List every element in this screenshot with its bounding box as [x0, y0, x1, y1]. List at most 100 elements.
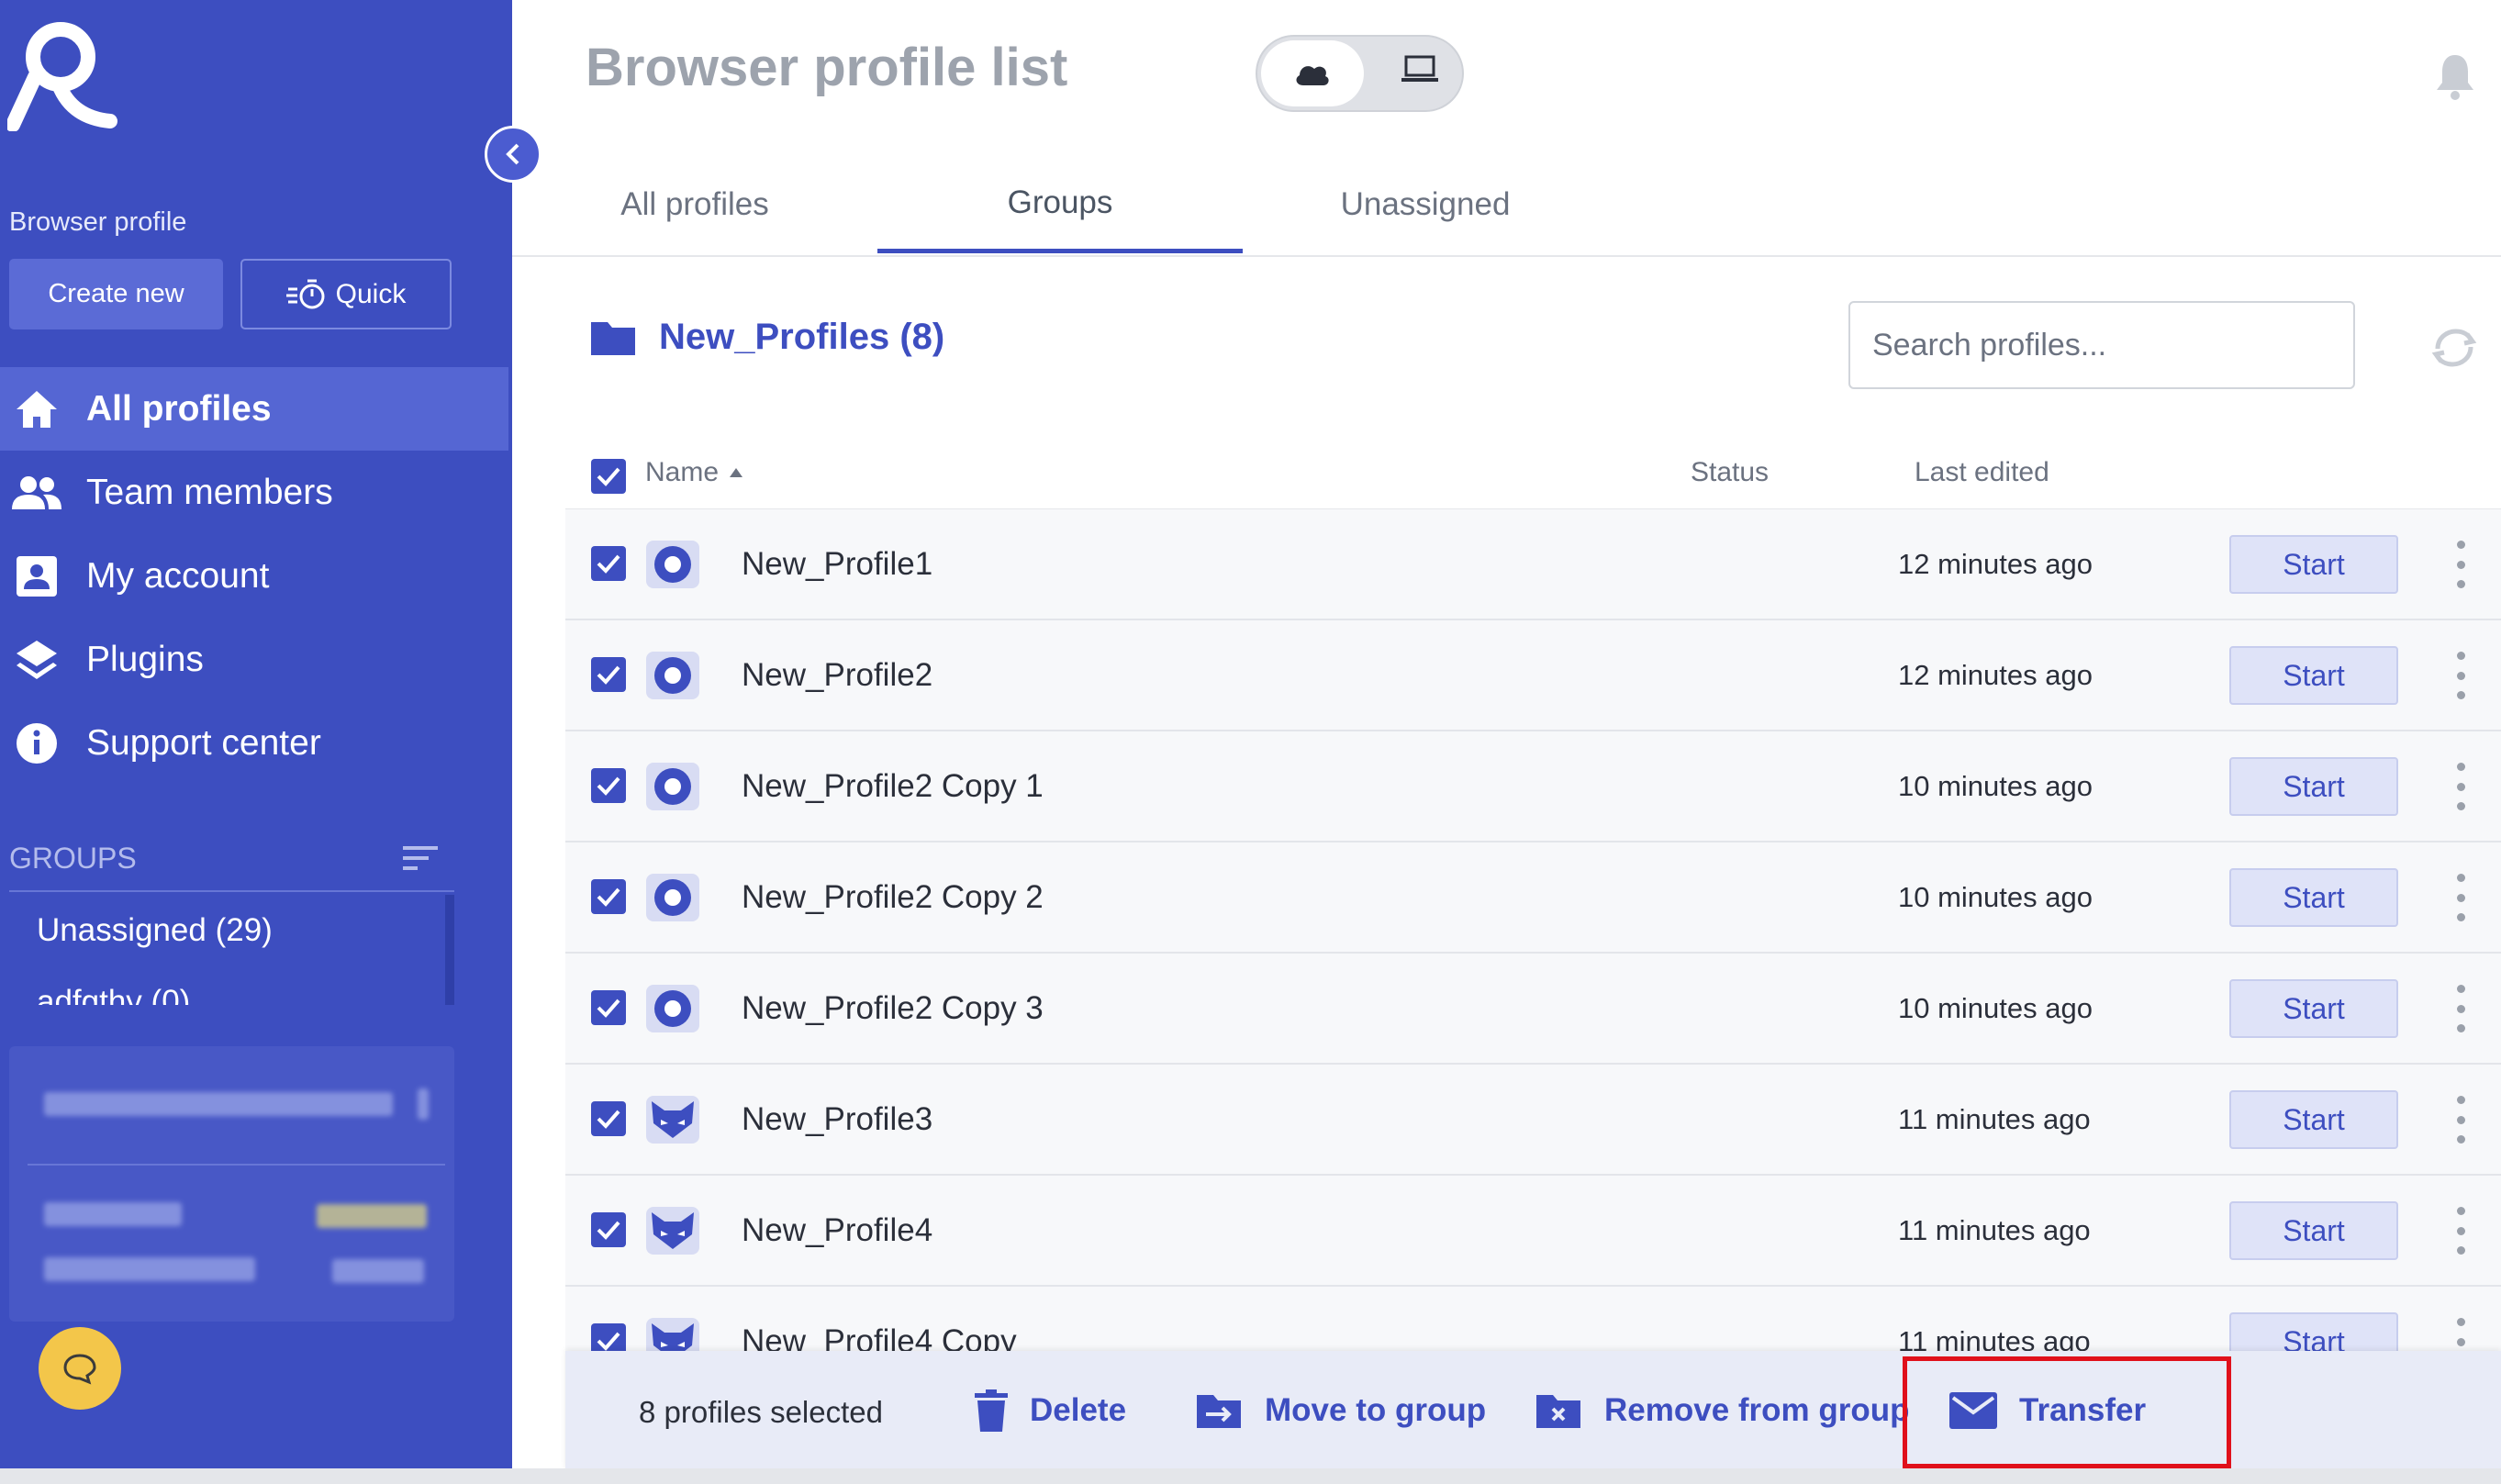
group-item-adfgthy[interactable]: adfgthy (0)	[9, 966, 454, 1005]
row-checkbox[interactable]	[591, 990, 626, 1025]
quick-button[interactable]: Quick	[240, 259, 452, 329]
chat-support-button[interactable]	[39, 1327, 121, 1410]
sidebar-collapse-button[interactable]	[485, 126, 542, 183]
start-button[interactable]: Start	[2229, 868, 2398, 927]
orbita-browser-icon	[654, 657, 691, 694]
row-checkbox[interactable]	[591, 768, 626, 803]
more-options-icon[interactable]	[2447, 652, 2474, 699]
sidebar-item-support-center[interactable]: Support center	[0, 701, 508, 785]
start-button[interactable]: Start	[2229, 1201, 2398, 1260]
last-edited: 12 minutes ago	[1898, 548, 2093, 580]
move-to-group-button[interactable]: Move to group	[1195, 1382, 1486, 1439]
dot	[2456, 1246, 2465, 1255]
row-checkbox[interactable]	[591, 657, 626, 692]
orbita-browser-icon	[654, 879, 691, 916]
folder-icon	[591, 321, 635, 355]
table-row[interactable]: New_Profile2 Copy 3 10 minutes ago Start	[565, 954, 2501, 1065]
table-row[interactable]: New_Profile2 Copy 2 10 minutes ago Start	[565, 842, 2501, 954]
fox-browser-icon	[652, 1212, 694, 1249]
folder-remove-icon	[1536, 1395, 1580, 1428]
profile-name[interactable]: New_Profile4 Copy	[742, 1323, 1017, 1354]
group-item-unassigned[interactable]: Unassigned (29)	[9, 895, 454, 966]
last-edited: 12 minutes ago	[1898, 659, 2093, 691]
sort-ascending-icon	[730, 468, 743, 477]
groups-scrollbar[interactable]	[445, 895, 454, 1005]
table-row[interactable]: New_Profile1 12 minutes ago Start	[565, 509, 2501, 620]
row-checkbox[interactable]	[591, 1323, 626, 1354]
table-row[interactable]: New_Profile3 11 minutes ago Start	[565, 1065, 2501, 1176]
profile-name[interactable]: New_Profile2 Copy 3	[742, 990, 1044, 1027]
profile-name[interactable]: New_Profile3	[742, 1101, 932, 1138]
row-checkbox[interactable]	[591, 1101, 626, 1136]
tab-unassigned[interactable]: Unassigned	[1243, 156, 1608, 253]
dot	[2456, 782, 2465, 791]
create-new-button[interactable]: Create new	[9, 259, 223, 329]
dot	[2456, 1337, 2465, 1346]
sidebar-item-my-account[interactable]: My account	[0, 534, 508, 618]
start-button[interactable]: Start	[2229, 535, 2398, 594]
dot	[2456, 802, 2465, 810]
column-status-header[interactable]: Status	[1691, 457, 1769, 488]
orbita-browser-icon	[654, 768, 691, 805]
start-button[interactable]: Start	[2229, 646, 2398, 705]
delete-button[interactable]: Delete	[975, 1382, 1126, 1439]
sidebar-item-all-profiles[interactable]: All profiles	[0, 367, 508, 451]
sidebar-item-plugins[interactable]: Plugins	[0, 618, 508, 701]
search-input[interactable]	[1848, 301, 2355, 389]
remove-from-group-button[interactable]: Remove from group	[1535, 1382, 1910, 1439]
dot	[2456, 985, 2465, 993]
start-button[interactable]: Start	[2229, 979, 2398, 1038]
tab-groups[interactable]: Groups	[877, 156, 1243, 253]
row-checkbox[interactable]	[591, 1212, 626, 1247]
more-options-icon[interactable]	[2447, 1207, 2474, 1255]
table-row[interactable]: New_Profile4 Copy 11 minutes ago Start	[565, 1287, 2501, 1354]
page-title: Browser profile list	[586, 38, 1068, 97]
profile-name[interactable]: New_Profile1	[742, 546, 932, 583]
redacted-text	[44, 1257, 255, 1281]
transfer-highlight-box	[1903, 1356, 2231, 1468]
table-row[interactable]: New_Profile4 11 minutes ago Start	[565, 1176, 2501, 1287]
profile-avatar	[646, 1096, 699, 1144]
start-button[interactable]: Start	[2229, 757, 2398, 816]
profile-name[interactable]: New_Profile2 Copy 1	[742, 768, 1044, 805]
row-checkbox[interactable]	[591, 546, 626, 581]
profile-avatar	[646, 985, 699, 1032]
profile-name[interactable]: New_Profile2 Copy 2	[742, 879, 1044, 916]
check-icon	[597, 776, 620, 796]
bell-icon[interactable]	[2434, 51, 2476, 101]
sidebar-item-team-members[interactable]: Team members	[0, 451, 508, 534]
refresh-icon[interactable]	[2430, 327, 2478, 369]
more-options-icon[interactable]	[2447, 874, 2474, 921]
sidebar-item-label: Team members	[86, 472, 333, 512]
folder-header: New_Profiles (8)	[589, 317, 944, 358]
table-row[interactable]: New_Profile2 Copy 1 10 minutes ago Start	[565, 731, 2501, 842]
more-options-icon[interactable]	[2447, 1318, 2474, 1354]
profile-name[interactable]: New_Profile2	[742, 657, 932, 694]
toggle-cloud-option[interactable]	[1261, 40, 1364, 106]
remove-from-group-label: Remove from group	[1604, 1392, 1910, 1428]
column-last-edited-header[interactable]: Last edited	[1915, 457, 2049, 488]
app-logo-icon	[7, 22, 117, 131]
more-options-icon[interactable]	[2447, 541, 2474, 588]
orbita-browser-icon	[654, 990, 691, 1027]
profile-name[interactable]: New_Profile4	[742, 1212, 932, 1249]
layers-icon	[0, 639, 73, 681]
more-options-icon[interactable]	[2447, 1096, 2474, 1144]
start-button[interactable]: Start	[2229, 1312, 2398, 1354]
table-row[interactable]: New_Profile2 12 minutes ago Start	[565, 620, 2501, 731]
more-options-icon[interactable]	[2447, 763, 2474, 810]
cloud-local-toggle[interactable]	[1256, 35, 1464, 112]
move-to-group-label: Move to group	[1265, 1392, 1487, 1428]
last-edited: 11 minutes ago	[1898, 1103, 2091, 1135]
toggle-local-option[interactable]	[1400, 53, 1440, 91]
select-all-checkbox[interactable]	[591, 459, 626, 494]
tab-all-profiles[interactable]: All profiles	[512, 156, 877, 253]
sort-icon[interactable]	[403, 844, 440, 872]
column-name-header[interactable]: Name	[645, 457, 744, 488]
profile-avatar	[646, 874, 699, 921]
start-button[interactable]: Start	[2229, 1090, 2398, 1149]
more-options-icon[interactable]	[2447, 985, 2474, 1032]
row-checkbox[interactable]	[591, 879, 626, 914]
dot	[2456, 560, 2465, 569]
info-icon	[0, 721, 73, 765]
